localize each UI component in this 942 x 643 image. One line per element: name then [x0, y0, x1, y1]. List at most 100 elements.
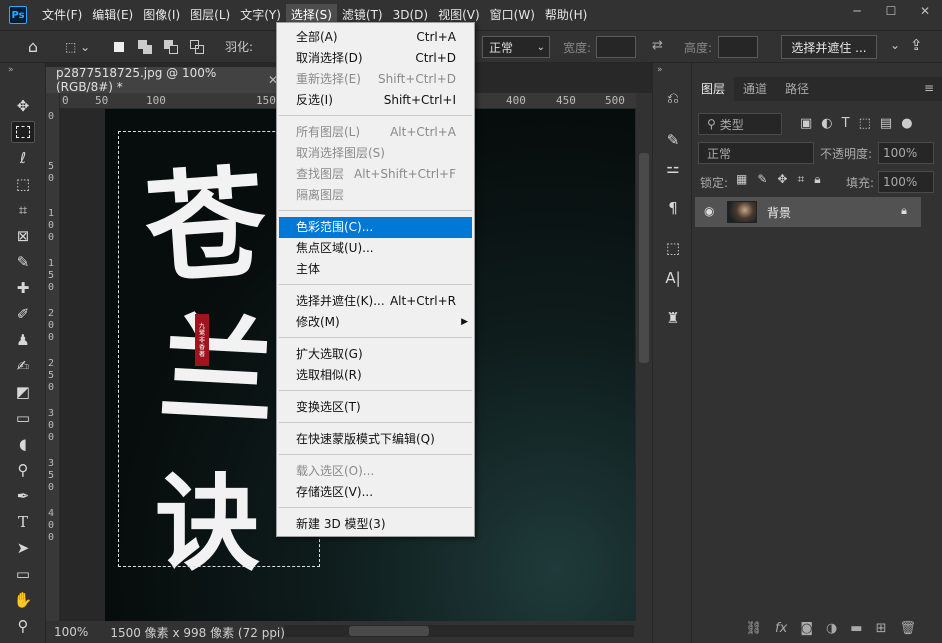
share-icon[interactable]: ⇪ [910, 36, 923, 54]
menu-item-focus-area[interactable]: 焦点区域(U)... [279, 238, 472, 259]
menu-item-deselect-layers[interactable]: 取消选择图层(S) [279, 143, 472, 164]
document-tab[interactable]: p2877518725.jpg @ 100%(RGB/8#) * ✕ [46, 66, 278, 94]
panel-menu-icon[interactable]: ≡ [924, 81, 934, 95]
horizontal-scroll-thumb[interactable] [349, 626, 429, 636]
fill-input[interactable]: 100% [878, 171, 934, 193]
swap-icon[interactable]: ⇄ [652, 38, 663, 53]
new-layer-icon[interactable]: ⊞ [876, 621, 887, 636]
properties-panel-icon[interactable]: ♜ [662, 307, 684, 329]
gradient-tool-icon[interactable]: ▭ [11, 407, 35, 429]
selection-subtract-icon[interactable] [161, 37, 181, 57]
link-layers-icon[interactable]: ⛓ [746, 621, 763, 636]
horizontal-scrollbar[interactable] [284, 625, 634, 637]
path-selection-tool-icon[interactable]: ➤ [11, 537, 35, 559]
vertical-scrollbar[interactable] [636, 93, 652, 621]
history-panel-icon[interactable]: ⎌ [662, 87, 684, 109]
crop-tool-icon[interactable]: ⌗ [11, 199, 35, 221]
frame-tool-icon[interactable]: ⊠ [11, 225, 35, 247]
lock-artboard-icon[interactable]: ⌗ [797, 172, 804, 187]
menu-item-all-layers[interactable]: 所有图层(L) Alt+Ctrl+A [279, 122, 472, 143]
menu-file[interactable]: 文件(F) [37, 4, 87, 26]
dodge-tool-icon[interactable]: ⚲ [11, 459, 35, 481]
tab-paths[interactable]: 路径 [776, 77, 818, 101]
move-tool-icon[interactable]: ✥ [11, 95, 35, 117]
hand-tool-icon[interactable]: ✋ [11, 589, 35, 611]
menu-item-inverse[interactable]: 反选(I) Shift+Ctrl+I [279, 90, 472, 111]
style-select[interactable]: 正常 ⌄ [482, 36, 550, 58]
layer-name[interactable]: 背景 [767, 204, 791, 221]
menu-item-reselect[interactable]: 重新选择(E) Shift+Ctrl+D [279, 69, 472, 90]
minimize-icon[interactable]: ─ [840, 0, 874, 22]
home-icon[interactable]: ⌂ [21, 36, 45, 58]
visibility-eye-icon[interactable]: ◉ [704, 204, 714, 218]
layer-row[interactable]: ◉ 背景 🔒︎ [695, 197, 921, 227]
menu-item-isolate-layers[interactable]: 隔离图层 [279, 185, 472, 206]
close-icon[interactable]: ✕ [908, 0, 942, 22]
selection-add-icon[interactable] [135, 37, 155, 57]
menu-item-find-layers[interactable]: 查找图层 Alt+Shift+Ctrl+F [279, 164, 472, 185]
pen-tool-icon[interactable]: ✒ [11, 485, 35, 507]
object-selection-tool-icon[interactable]: ⬚ [11, 173, 35, 195]
brush-tool-icon[interactable]: ✐ [11, 303, 35, 325]
blend-mode-select[interactable]: 正常 [698, 142, 814, 164]
blur-tool-icon[interactable]: ◖ [11, 433, 35, 455]
3d-panel-icon[interactable]: ⬚ [662, 237, 684, 259]
marquee-preset-icon[interactable]: ⬚ ⌄ [65, 36, 95, 58]
menu-item-new-3d-model[interactable]: 新建 3D 模型(3) [279, 514, 472, 535]
height-input[interactable] [718, 36, 758, 58]
rectangle-tool-icon[interactable]: ▭ [11, 563, 35, 585]
add-mask-icon[interactable]: ◙ [800, 621, 813, 636]
menu-item-load-selection[interactable]: 载入选区(O)... [279, 461, 472, 482]
filter-shape-icon[interactable]: ⬚ [859, 116, 871, 131]
history-brush-tool-icon[interactable]: ✍ [11, 355, 35, 377]
layer-style-icon[interactable]: fx [775, 621, 787, 636]
collapse-toolbar-icon[interactable]: » [8, 65, 14, 75]
rectangular-marquee-tool-icon[interactable] [11, 121, 35, 143]
width-input[interactable] [596, 36, 636, 58]
lasso-tool-icon[interactable]: ℓ [11, 147, 35, 169]
menu-item-select-and-mask[interactable]: 选择并遮住(K)... Alt+Ctrl+R [279, 291, 472, 312]
filter-pixel-icon[interactable]: ▣ [800, 116, 812, 131]
filter-adjustment-icon[interactable]: ◐ [821, 116, 832, 131]
new-group-icon[interactable]: ▬ [850, 621, 862, 636]
selection-intersect-icon[interactable] [187, 37, 207, 57]
tab-channels[interactable]: 通道 [734, 77, 776, 101]
menu-item-subject[interactable]: 主体 [279, 259, 472, 280]
character-panel-icon[interactable]: A| [662, 267, 684, 289]
brush-settings-icon[interactable]: ✎ [662, 129, 684, 151]
menu-layer[interactable]: 图层(L) [185, 4, 235, 26]
layer-filter-select[interactable]: ⚲ 类型 [698, 113, 782, 135]
menu-item-deselect[interactable]: 取消选择(D) Ctrl+D [279, 48, 472, 69]
healing-brush-tool-icon[interactable]: ✚ [11, 277, 35, 299]
menu-item-color-range[interactable]: 色彩范围(C)... [279, 217, 472, 238]
menu-item-select-all[interactable]: 全部(A) Ctrl+A [279, 27, 472, 48]
menu-item-transform-selection[interactable]: 变换选区(T) [279, 397, 472, 418]
lock-pixels-icon[interactable]: ✎ [757, 172, 767, 187]
menu-item-quick-mask[interactable]: 在快速蒙版模式下编辑(Q) [279, 429, 472, 450]
lock-all-icon[interactable]: 🔒︎ [814, 172, 820, 187]
vertical-scroll-thumb[interactable] [639, 153, 649, 363]
menu-item-similar[interactable]: 选取相似(R) [279, 365, 472, 386]
eraser-tool-icon[interactable]: ◩ [11, 381, 35, 403]
paragraph-panel-icon[interactable]: ¶ [662, 197, 684, 219]
new-adjustment-layer-icon[interactable]: ◑ [826, 621, 837, 636]
tab-layers[interactable]: 图层 [692, 77, 735, 101]
type-tool-icon[interactable]: T [11, 511, 35, 533]
menu-item-modify[interactable]: 修改(M) ▶ [279, 312, 472, 333]
adjustments-icon[interactable]: ⚍ [662, 157, 684, 179]
menu-image[interactable]: 图像(I) [138, 4, 185, 26]
lock-position-icon[interactable]: ✥ [777, 172, 787, 187]
zoom-tool-icon[interactable]: ⚲ [11, 615, 35, 637]
filter-smart-object-icon[interactable]: ▤ [880, 116, 892, 131]
eyedropper-tool-icon[interactable]: ✎ [11, 251, 35, 273]
menu-help[interactable]: 帮助(H) [540, 4, 592, 26]
filter-type-icon[interactable]: T [842, 116, 850, 131]
menu-item-grow[interactable]: 扩大选取(G) [279, 344, 472, 365]
clone-stamp-tool-icon[interactable]: ♟ [11, 329, 35, 351]
menu-item-save-selection[interactable]: 存储选区(V)... [279, 482, 472, 503]
menu-window[interactable]: 窗口(W) [485, 4, 540, 26]
workspace-chevron-icon[interactable]: ⌄ [890, 38, 900, 52]
maximize-icon[interactable]: ☐ [874, 0, 908, 22]
zoom-level[interactable]: 100% [54, 625, 88, 639]
delete-layer-icon[interactable]: 🗑︎ [899, 621, 916, 636]
